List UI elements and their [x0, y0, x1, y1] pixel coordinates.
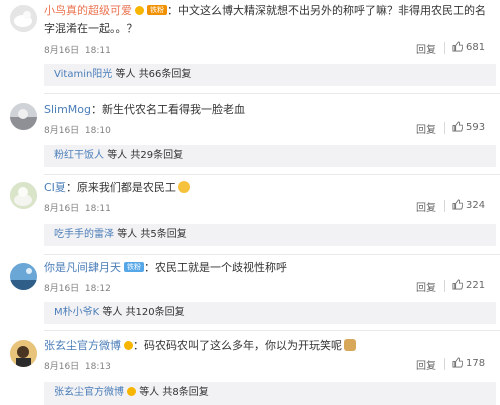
- comment-username[interactable]: 张玄尘官方微博: [44, 339, 121, 352]
- comment-time: 18:13: [84, 362, 111, 372]
- replies-mid: 等人: [102, 307, 123, 318]
- replies-summary[interactable]: Vitamin阳光 等人 共66条回复: [44, 64, 496, 86]
- replies-count[interactable]: 共120条回复: [126, 307, 185, 318]
- replies-summary[interactable]: 张玄尘官方微博 等人 共8条回复: [44, 382, 496, 405]
- like-count: 681: [466, 42, 486, 53]
- comment-timestamp: 8月16日 18:11: [44, 201, 111, 214]
- reply-user-link[interactable]: M朴小爷K: [54, 307, 99, 318]
- comment-username[interactable]: CI夏: [44, 181, 66, 194]
- comment-divider: [44, 254, 500, 255]
- like-button[interactable]: 593: [452, 121, 485, 133]
- reply-user-link[interactable]: Vitamin阳光: [54, 69, 112, 80]
- comment-date: 8月16日: [44, 362, 80, 372]
- replies-count[interactable]: 共8条回复: [162, 387, 208, 398]
- thumbs-up-icon: [452, 357, 463, 368]
- divider: [444, 122, 445, 134]
- comment-date: 8月16日: [44, 126, 80, 136]
- comment-username[interactable]: 你是凡间肆月天: [44, 261, 121, 274]
- comment-text: CI夏：原来我们都是农民工: [44, 179, 488, 197]
- replies-count[interactable]: 共66条回复: [139, 69, 192, 80]
- thumbs-up-icon: [452, 199, 463, 210]
- avatar[interactable]: [10, 182, 37, 209]
- replies-count[interactable]: 共5条回复: [140, 229, 186, 240]
- comment-date: 8月16日: [44, 46, 80, 56]
- comment-time: 18:12: [84, 284, 111, 294]
- reply-button[interactable]: 回复: [416, 41, 436, 56]
- laughing-emoji-icon: [177, 181, 190, 193]
- replies-summary[interactable]: 吃手手的雷泽 等人 共5条回复: [44, 224, 496, 246]
- comment-time: 18:10: [84, 126, 111, 136]
- replies-mid: 等人: [107, 150, 128, 161]
- comment-time: 18:11: [84, 204, 111, 214]
- comment-divider: [44, 93, 500, 94]
- reply-user-link[interactable]: 吃手手的雷泽: [54, 229, 114, 240]
- comment-divider: [44, 330, 500, 331]
- comment-content: ：农民工就是一个歧视性称呼: [144, 261, 287, 274]
- replies-mid: 等人: [139, 387, 160, 398]
- replies-count[interactable]: 共29条回复: [130, 150, 183, 161]
- vip-icon: [135, 6, 144, 15]
- like-button[interactable]: 681: [452, 41, 485, 53]
- like-count: 178: [466, 358, 486, 369]
- replies-summary[interactable]: 粉红干饭人 等人 共29条回复: [44, 145, 496, 167]
- comment-text: SlimMog：新生代农名工看得我一脸老血: [44, 101, 488, 119]
- replies-mid: 等人: [115, 69, 136, 80]
- comment-text: 张玄尘官方微博 ：码农码农叫了这么多年，你以为开玩笑呢: [44, 337, 488, 355]
- comment-text: 你是凡间肆月天 铁粉 ：农民工就是一个歧视性称呼: [44, 259, 488, 277]
- comment-date: 8月16日: [44, 204, 80, 214]
- reply-button[interactable]: 回复: [416, 357, 436, 372]
- like-button[interactable]: 324: [452, 199, 485, 211]
- comment-username[interactable]: 小鸟真的超级可爱: [44, 4, 132, 17]
- comment-timestamp: 8月16日 18:10: [44, 123, 111, 136]
- comment-divider: [44, 174, 500, 175]
- avatar[interactable]: [10, 103, 37, 130]
- divider: [444, 42, 445, 54]
- like-count: 324: [466, 200, 486, 211]
- vip-icon: [127, 387, 136, 396]
- thumbs-up-icon: [452, 121, 463, 132]
- reply-button[interactable]: 回复: [416, 199, 436, 214]
- replies-mid: 等人: [117, 229, 138, 240]
- reply-button[interactable]: 回复: [416, 279, 436, 294]
- divider: [444, 280, 445, 292]
- comment-time: 18:11: [84, 46, 111, 56]
- comment-content: ：码农码农叫了这么多年，你以为开玩笑呢: [133, 339, 342, 352]
- reply-button[interactable]: 回复: [416, 121, 436, 136]
- comment-timestamp: 8月16日 18:13: [44, 359, 111, 372]
- avatar[interactable]: [10, 5, 37, 32]
- like-button[interactable]: 221: [452, 279, 485, 291]
- like-count: 221: [466, 280, 486, 291]
- fan-badge: 铁粉: [124, 262, 144, 272]
- comment-content: ：新生代农名工看得我一脸老血: [91, 103, 246, 116]
- like-count: 593: [466, 122, 486, 133]
- divider: [444, 358, 445, 370]
- thumbs-up-icon: [452, 41, 463, 52]
- thumbs-up-icon: [452, 279, 463, 290]
- fan-badge: 铁粉: [147, 5, 167, 15]
- avatar[interactable]: [10, 340, 37, 367]
- reply-user-link[interactable]: 张玄尘官方微博: [54, 387, 124, 398]
- comment-text: 小鸟真的超级可爱 铁粉 ：中文这么博大精深就想不出另外的称呼了嘛？非得用农民工的名字…: [44, 2, 488, 38]
- replies-summary[interactable]: M朴小爷K 等人 共120条回复: [44, 302, 496, 324]
- comment-username[interactable]: SlimMog: [44, 103, 91, 116]
- vip-icon: [124, 341, 133, 350]
- like-button[interactable]: 178: [452, 357, 485, 369]
- comment-content: ：原来我们都是农民工: [65, 181, 176, 194]
- divider: [444, 200, 445, 212]
- comment-timestamp: 8月16日 18:12: [44, 281, 111, 294]
- avatar[interactable]: [10, 263, 37, 290]
- doge-emoji-icon: [344, 339, 356, 351]
- reply-user-link[interactable]: 粉红干饭人: [54, 150, 104, 161]
- comment-date: 8月16日: [44, 284, 80, 294]
- comment-timestamp: 8月16日 18:11: [44, 43, 111, 56]
